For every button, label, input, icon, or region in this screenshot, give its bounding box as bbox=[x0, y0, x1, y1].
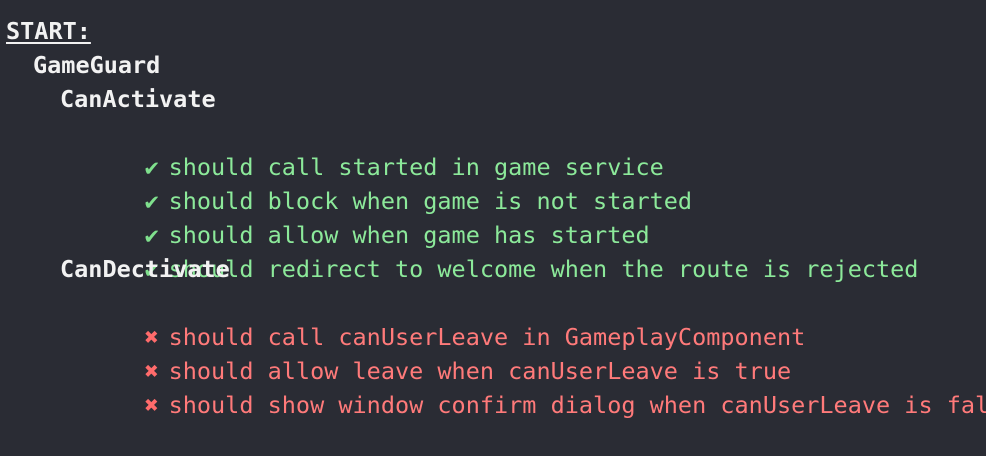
cross-icon: ✖ bbox=[144, 391, 159, 419]
test-result-fail: ✖ should show window confirm dialog when … bbox=[88, 354, 986, 419]
terminal-output: START: GameGuard CanActivate ✔ should cal… bbox=[0, 0, 986, 419]
test-result-pass: ✔ should redirect to welcome when the rou… bbox=[88, 218, 919, 283]
group-can-activate: CanActivate bbox=[60, 85, 216, 113]
start-header: START: bbox=[6, 17, 91, 45]
test-result-pass: ✔ should call started in game service bbox=[88, 116, 664, 181]
test-result-fail: ✖ should call canUserLeave in GameplayCom… bbox=[88, 286, 806, 351]
test-result-pass: ✔ should block when game is not started bbox=[88, 150, 692, 215]
test-name: should redirect to welcome when the rout… bbox=[168, 255, 919, 283]
test-name: should show window confirm dialog when c… bbox=[168, 391, 986, 419]
test-result-fail: ✖ should allow leave when canUserLeave is… bbox=[88, 320, 792, 385]
test-result-pass: ✔ should allow when game has started bbox=[88, 184, 650, 249]
suite-name: GameGuard bbox=[33, 51, 161, 79]
group-can-deactivate: CanDectivate bbox=[60, 255, 230, 283]
